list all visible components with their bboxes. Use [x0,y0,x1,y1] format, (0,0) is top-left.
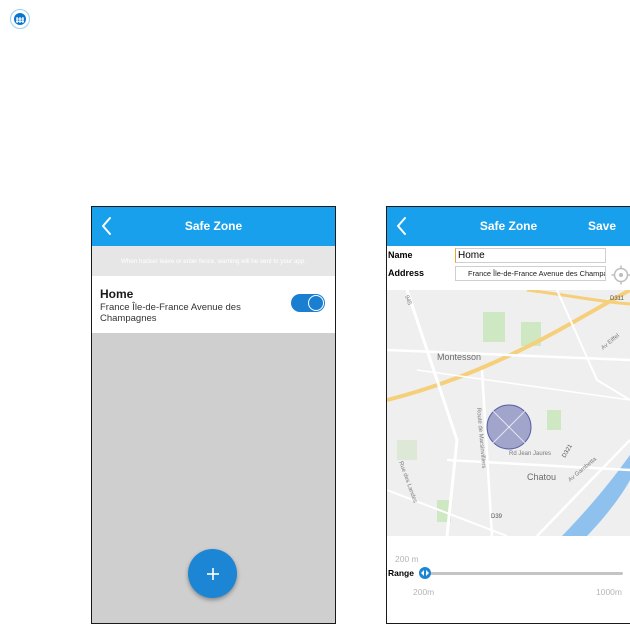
zone-form: Name Home Address France Île-de-France A… [387,246,630,290]
zone-enabled-toggle[interactable] [291,294,325,312]
range-label: Range [388,568,414,578]
place-label: Montesson [437,352,481,362]
range-slider-track[interactable] [425,572,623,575]
add-zone-button[interactable] [188,549,237,598]
place-label: Chatou [527,472,556,482]
park-area [397,440,417,460]
safe-zone-edit-screen: Safe Zone Save Name Home Address France … [386,206,630,624]
header-bar: Safe Zone [92,207,335,246]
name-input[interactable]: Home [455,248,606,263]
range-slider-thumb[interactable] [419,567,431,579]
slider-arrows-icon [421,570,429,576]
map-view[interactable]: Montesson Chatou Rd Jean Jaures Route de… [387,290,630,536]
park-area [547,410,561,430]
range-min-label: 200m [413,587,435,597]
zone-name: Home [100,287,134,301]
road-code-label: D39 [491,514,503,520]
app-fence-icon [10,9,30,29]
page-title: Safe Zone [184,219,243,233]
header-bar: Safe Zone Save [387,207,630,246]
range-max-label: 1000m [596,587,622,597]
address-label: Address [388,268,425,278]
range-control: 200 m Range 200m 1000m [387,536,630,623]
range-value-text: 200 m [395,554,419,564]
address-input[interactable]: France Île-de-France Avenue des Champagn… [455,266,606,281]
toggle-knob [308,295,324,311]
save-button[interactable]: Save [588,207,616,246]
park-area [483,312,505,342]
plus-icon [206,567,219,580]
crosshair-icon[interactable] [611,265,630,285]
safe-zone-list-screen: Safe Zone When tracker leave or enter fe… [91,206,336,624]
road-label: Rd Jean Jaures [509,451,551,457]
zone-list-item[interactable]: Home France Île-de-France Avenue des Cha… [92,276,335,334]
zone-address: France Île-de-France Avenue des Champagn… [100,302,241,324]
notice-banner: When tracker leave or enter fence, warni… [92,246,335,276]
road-code-label: D311 [610,296,625,302]
name-label: Name [388,250,413,260]
